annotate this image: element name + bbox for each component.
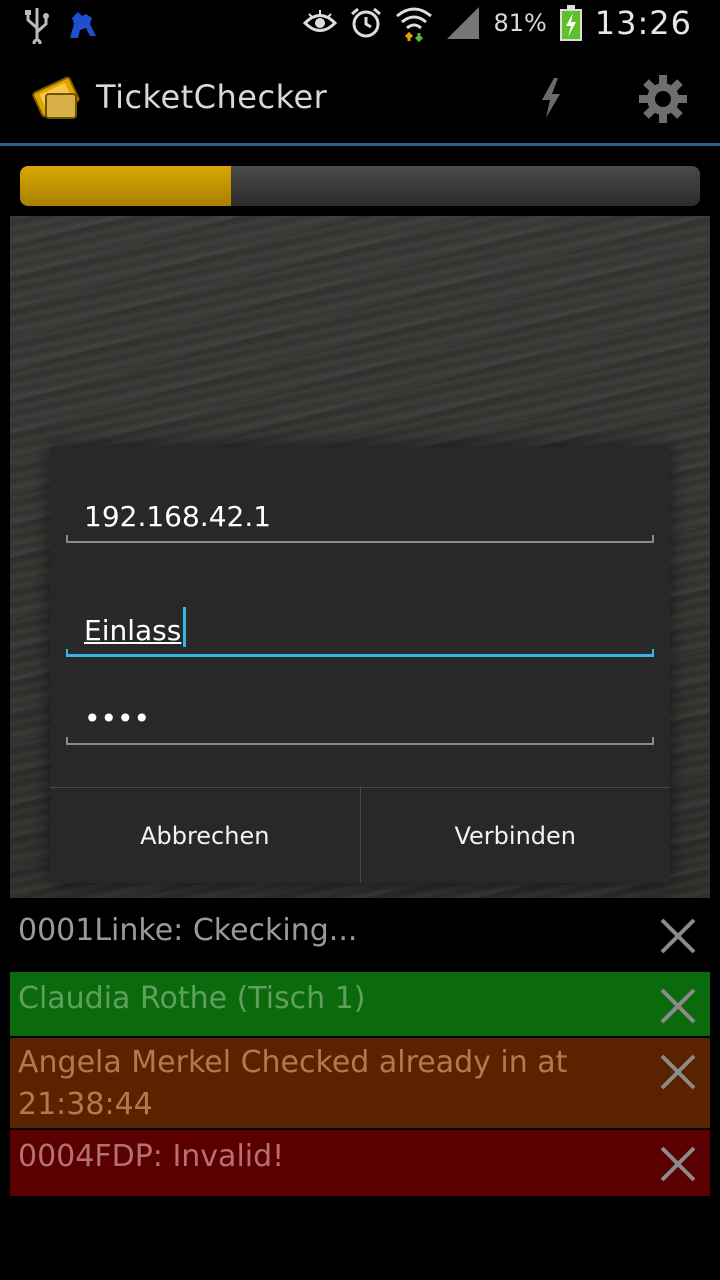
- app-title: TicketChecker: [96, 78, 328, 116]
- progress-bar: [20, 166, 700, 206]
- log-item: Angela Merkel Checked already in at 21:3…: [10, 1038, 710, 1128]
- log-item-text: Angela Merkel Checked already in at 21:3…: [18, 1045, 568, 1122]
- close-icon[interactable]: [658, 1144, 698, 1184]
- close-icon[interactable]: [658, 1052, 698, 1092]
- battery-charging-icon: [559, 5, 582, 41]
- settings-gear-icon[interactable]: [638, 74, 688, 124]
- log-item: 0001Linke: Ckecking...: [10, 900, 710, 968]
- status-bar: 81% 13:26: [0, 0, 720, 50]
- field-underline: [66, 737, 654, 745]
- close-icon[interactable]: [658, 916, 698, 956]
- field-underline: [66, 535, 654, 543]
- field-underline: [66, 649, 654, 657]
- connect-dialog: 192.168.42.1 Einlass •••• Abbrechen Verb…: [50, 447, 670, 883]
- username-text: Einlass: [84, 607, 187, 647]
- password-field[interactable]: ••••: [66, 681, 654, 745]
- battery-percent: 81%: [493, 9, 547, 37]
- usb-icon: [25, 8, 49, 44]
- signal-icon: [447, 7, 480, 39]
- username-value: Einlass: [84, 614, 182, 647]
- log-item: 0004FDP: Invalid!: [10, 1130, 710, 1196]
- log-item-text: Claudia Rothe (Tisch 1): [18, 981, 366, 1016]
- server-address-field[interactable]: 192.168.42.1: [66, 479, 654, 543]
- wifi-icon: [396, 7, 433, 42]
- dialog-button-bar: Abbrechen Verbinden: [50, 787, 670, 883]
- action-bar: TicketChecker: [0, 50, 720, 146]
- progress-fill: [20, 166, 231, 206]
- username-field[interactable]: Einlass: [66, 593, 654, 657]
- connect-button[interactable]: Verbinden: [359, 788, 671, 883]
- alarm-icon: [351, 7, 382, 38]
- cancel-button[interactable]: Abbrechen: [50, 788, 360, 883]
- server-address-value: 192.168.42.1: [84, 500, 272, 533]
- flash-icon[interactable]: [530, 76, 572, 120]
- log-item-text: 0001Linke: Ckecking...: [18, 913, 358, 948]
- app-notification-icon: [70, 12, 96, 38]
- ticket-logo-icon: [32, 76, 80, 119]
- log-item: Claudia Rothe (Tisch 1): [10, 972, 710, 1036]
- text-cursor: [183, 607, 187, 647]
- password-value: ••••: [84, 702, 151, 735]
- eye-icon: [303, 10, 338, 32]
- clock: 13:26: [594, 4, 692, 42]
- log-item-text: 0004FDP: Invalid!: [18, 1139, 285, 1174]
- close-icon[interactable]: [658, 986, 698, 1026]
